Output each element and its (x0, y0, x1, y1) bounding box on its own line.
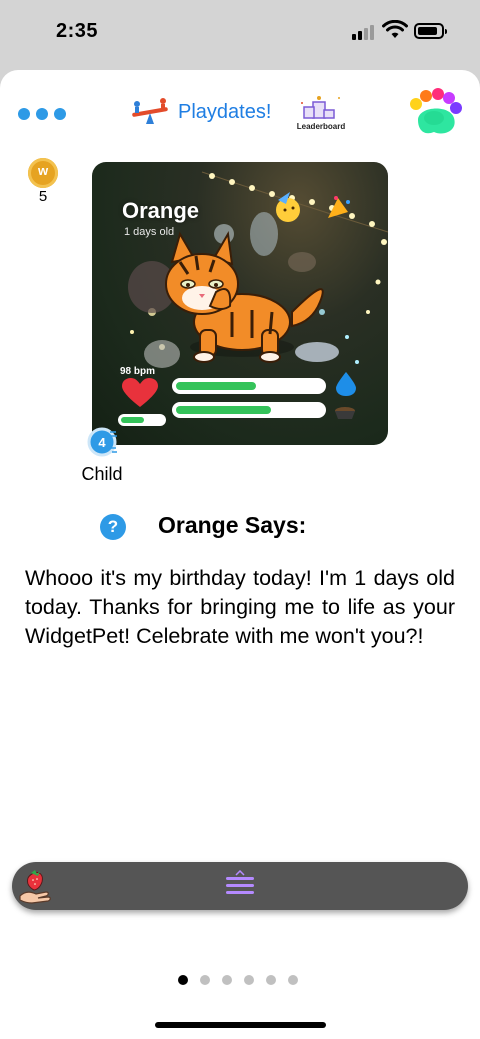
playdates-label: Playdates! (178, 100, 272, 123)
page-dot[interactable] (178, 975, 188, 985)
energy-bar (118, 414, 166, 426)
food-bowl-icon[interactable] (334, 406, 356, 420)
water-drop-icon[interactable] (336, 372, 356, 396)
pet-scene[interactable]: Orange 1 days old 98 bpm (92, 162, 388, 445)
page-dot[interactable] (200, 975, 210, 985)
battery-icon (414, 23, 447, 39)
hunger-bar (172, 378, 326, 394)
home-indicator (155, 1022, 326, 1028)
leaderboard-label: Leaderboard (296, 122, 346, 131)
cellular-signal-icon (352, 24, 376, 40)
pet-name: Orange (122, 198, 200, 223)
menu-icon[interactable] (222, 870, 258, 902)
leaderboard-button[interactable]: Leaderboard (290, 94, 352, 134)
bottom-toolbar (12, 862, 468, 910)
main-sheet: Playdates! Leaderboard 5 (0, 70, 480, 1039)
page-dot[interactable] (222, 975, 232, 985)
help-icon[interactable]: ? (100, 514, 126, 540)
dialog-message: Whooo it's my birthday today! I'm 1 days… (25, 566, 455, 648)
coin-count: 5 (38, 188, 48, 205)
status-time: 2:35 (56, 20, 99, 42)
page-dot[interactable] (244, 975, 254, 985)
coin-icon (28, 158, 58, 188)
playdates-button[interactable]: Playdates! (130, 98, 271, 126)
stage-number: 4 (98, 435, 106, 450)
more-dots-icon[interactable] (18, 106, 68, 122)
podium-icon (301, 96, 340, 119)
page-dot[interactable] (266, 975, 276, 985)
page-indicator[interactable] (178, 975, 298, 985)
seesaw-icon (132, 98, 168, 124)
hand-with-strawberry-icon[interactable] (18, 868, 54, 904)
dialog-title: Orange Says: (158, 512, 307, 538)
wifi-icon (382, 20, 408, 38)
stage-badge-icon: 4 (86, 426, 118, 458)
stage-label: Child (81, 464, 123, 484)
heart-icon (122, 378, 158, 407)
happiness-bar (172, 402, 326, 418)
status-bar: 2:35 (0, 0, 480, 64)
page-dot[interactable] (288, 975, 298, 985)
rainbow-paw-icon[interactable] (404, 88, 466, 140)
heart-rate: 98 bpm (120, 366, 156, 377)
pet-age: 1 days old (124, 226, 175, 238)
